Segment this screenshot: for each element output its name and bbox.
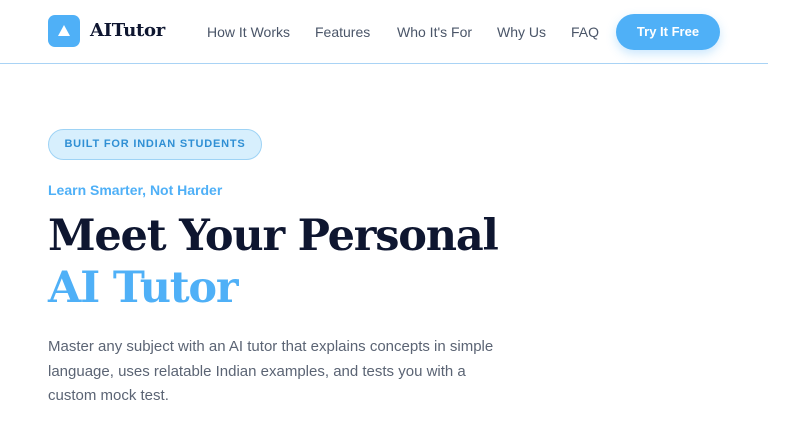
hero-headline: Meet Your Personal AI Tutor xyxy=(48,210,499,314)
headline-line-1: Meet Your Personal xyxy=(48,211,499,261)
hero-description: Master any subject with an AI tutor that… xyxy=(48,338,494,404)
nav-link-how-it-works[interactable]: How It Works xyxy=(207,23,290,41)
nav-link-features[interactable]: Features xyxy=(315,23,370,41)
nav-link-who-its-for[interactable]: Who It's For xyxy=(397,23,472,41)
audience-badge: BUILT FOR INDIAN STUDENTS xyxy=(48,129,262,160)
headline-line-2: AI Tutor xyxy=(48,263,239,313)
nav-link-why-us[interactable]: Why Us xyxy=(497,23,546,41)
top-navbar: AITutor How It Works Features Who It's F… xyxy=(0,0,768,64)
hero-tagline: Learn Smarter, Not Harder xyxy=(48,182,223,198)
try-it-free-button[interactable]: Try It Free xyxy=(616,14,720,50)
nav-link-faq[interactable]: FAQ xyxy=(571,23,599,41)
